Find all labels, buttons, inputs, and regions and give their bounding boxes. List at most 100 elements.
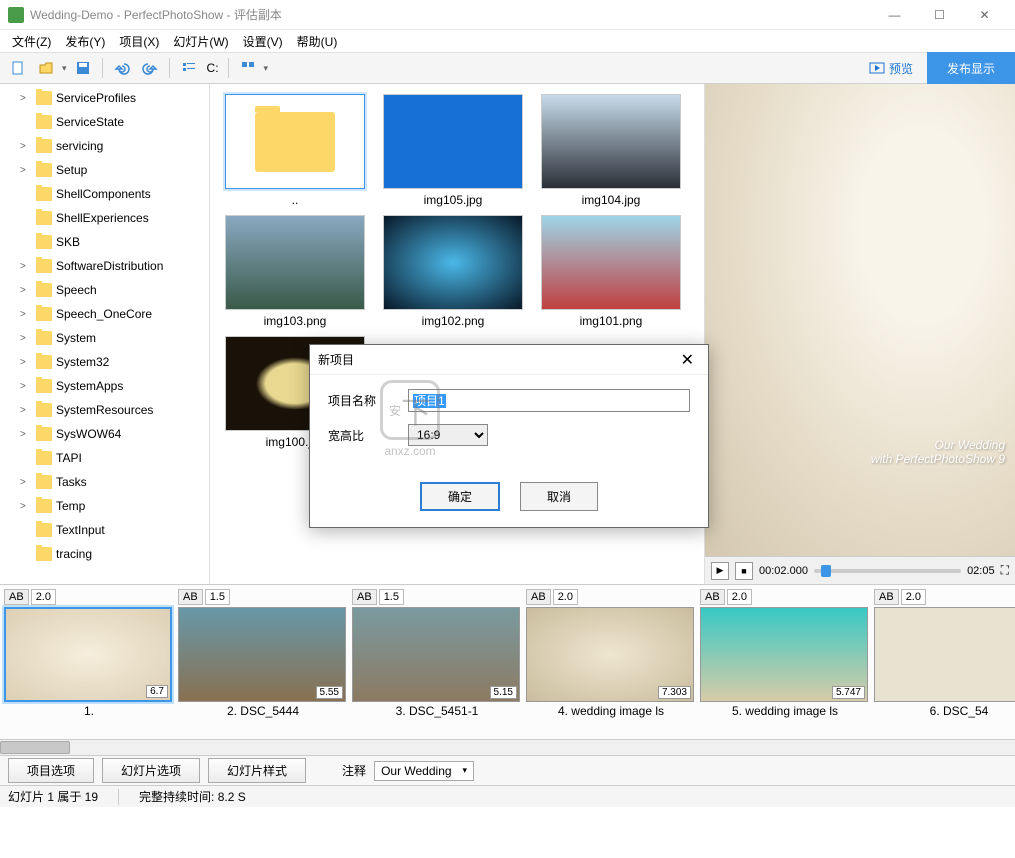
menu-settings[interactable]: 设置(V)	[237, 31, 289, 52]
slide-duration-badge: 5.747	[832, 686, 865, 699]
scrollbar-thumb[interactable]	[0, 741, 70, 754]
dialog-close-button[interactable]: ✕	[675, 350, 700, 370]
fullscreen-icon[interactable]: ⛶	[1001, 563, 1009, 578]
view-mode-button[interactable]	[236, 56, 260, 80]
project-name-input[interactable]: 项目1	[408, 389, 690, 412]
transition-duration[interactable]: 2.0	[901, 589, 926, 605]
file-thumb[interactable]: img104.jpg	[536, 94, 686, 207]
timeline-slide[interactable]: AB2.0 5.747 5. wedding image ls	[700, 589, 870, 718]
tree-item[interactable]: >servicing	[0, 134, 209, 158]
minimize-button[interactable]: —	[872, 1, 917, 29]
window-title: Wedding-Demo - PerfectPhotoShow - 评估副本	[30, 6, 872, 23]
file-thumb[interactable]: img102.png	[378, 215, 528, 328]
tree-item[interactable]: SKB	[0, 230, 209, 254]
new-button[interactable]	[6, 56, 30, 80]
timeline-slide[interactable]: AB2.0 7.303 4. wedding image ls	[526, 589, 696, 718]
tree-label: TAPI	[56, 451, 82, 465]
transition-duration[interactable]: 2.0	[727, 589, 752, 605]
tree-item[interactable]: >Setup	[0, 158, 209, 182]
seek-track[interactable]	[814, 569, 961, 573]
tree-item[interactable]: >SoftwareDistribution	[0, 254, 209, 278]
transition-badge[interactable]: AB	[874, 589, 899, 605]
aspect-ratio-select[interactable]: 16:9	[408, 424, 488, 446]
options-bar: 项目选项 幻灯片选项 幻灯片样式 注释 Our Wedding ▾	[0, 755, 1015, 785]
tree-item[interactable]: ShellExperiences	[0, 206, 209, 230]
transition-badge[interactable]: AB	[700, 589, 725, 605]
timeline[interactable]: AB2.0 6.7 1.AB1.5 5.55 2. DSC_5444AB1.5 …	[0, 584, 1015, 739]
folder-icon	[36, 379, 52, 393]
transition-duration[interactable]: 2.0	[553, 589, 578, 605]
tree-arrow-icon: >	[20, 93, 32, 104]
timeline-slide[interactable]: AB2.0 6.7 1.	[4, 589, 174, 718]
transition-badge[interactable]: AB	[526, 589, 551, 605]
file-thumb[interactable]: ..	[220, 94, 370, 207]
tree-item[interactable]: ShellComponents	[0, 182, 209, 206]
undo-button[interactable]	[110, 56, 134, 80]
file-thumb[interactable]: img105.jpg	[378, 94, 528, 207]
preview-button[interactable]: 预览	[859, 60, 923, 77]
publish-button[interactable]: 发布显示	[927, 52, 1015, 84]
transition-duration[interactable]: 1.5	[379, 589, 404, 605]
folder-icon	[36, 307, 52, 321]
slide-label: 6. DSC_54	[874, 704, 1015, 718]
transition-duration[interactable]: 1.5	[205, 589, 230, 605]
close-button[interactable]: ✕	[962, 1, 1007, 29]
transition-badge[interactable]: AB	[178, 589, 203, 605]
maximize-button[interactable]: ☐	[917, 1, 962, 29]
tree-item[interactable]: >System	[0, 326, 209, 350]
tree-item[interactable]: TextInput	[0, 518, 209, 542]
folder-icon	[36, 283, 52, 297]
timeline-scrollbar[interactable]	[0, 739, 1015, 755]
slide-duration-badge: 7.303	[658, 686, 691, 699]
thumb-image	[383, 94, 523, 189]
menu-project[interactable]: 项目(X)	[113, 31, 165, 52]
tree-item[interactable]: >Tasks	[0, 470, 209, 494]
slide-options-button[interactable]: 幻灯片选项	[102, 758, 200, 783]
folder-icon	[36, 523, 52, 537]
open-button[interactable]	[34, 56, 58, 80]
tree-item[interactable]: >SystemResources	[0, 398, 209, 422]
tree-item[interactable]: tracing	[0, 542, 209, 566]
project-options-button[interactable]: 项目选项	[8, 758, 94, 783]
open-dropdown-icon[interactable]: ▾	[62, 63, 67, 74]
menu-slide[interactable]: 幻灯片(W)	[167, 31, 234, 52]
transition-badge[interactable]: AB	[4, 589, 29, 605]
tree-arrow-icon	[20, 237, 32, 248]
tree-item[interactable]: TAPI	[0, 446, 209, 470]
tree-item[interactable]: >SysWOW64	[0, 422, 209, 446]
thumb-name: img101.png	[536, 314, 686, 328]
file-thumb[interactable]: img103.png	[220, 215, 370, 328]
tree-item[interactable]: >System32	[0, 350, 209, 374]
note-combo[interactable]: Our Wedding ▾	[374, 761, 474, 781]
drive-label[interactable]: C:	[205, 61, 221, 75]
folder-tree[interactable]: >ServiceProfiles ServiceState>servicing>…	[0, 84, 210, 584]
slide-style-button[interactable]: 幻灯片样式	[208, 758, 306, 783]
tree-item[interactable]: >Temp	[0, 494, 209, 518]
transition-badge[interactable]: AB	[352, 589, 377, 605]
menu-file[interactable]: 文件(Z)	[6, 31, 57, 52]
cancel-button[interactable]: 取消	[520, 482, 598, 511]
menu-help[interactable]: 帮助(U)	[291, 31, 344, 52]
timeline-slide[interactable]: AB1.5 5.15 3. DSC_5451-1	[352, 589, 522, 718]
seek-handle[interactable]	[821, 565, 831, 577]
tree-toggle-button[interactable]	[177, 56, 201, 80]
transition-duration[interactable]: 2.0	[31, 589, 56, 605]
ok-button[interactable]: 确定	[420, 482, 500, 511]
play-button[interactable]: ▶	[711, 562, 729, 580]
tree-item[interactable]: >SystemApps	[0, 374, 209, 398]
timeline-slide[interactable]: AB2.0 6. DSC_54	[874, 589, 1015, 718]
tree-item[interactable]: >ServiceProfiles	[0, 86, 209, 110]
tree-item[interactable]: ServiceState	[0, 110, 209, 134]
menu-publish[interactable]: 发布(Y)	[59, 31, 111, 52]
tree-label: SystemApps	[56, 379, 123, 393]
tree-item[interactable]: >Speech_OneCore	[0, 302, 209, 326]
save-button[interactable]	[71, 56, 95, 80]
redo-button[interactable]	[138, 56, 162, 80]
chevron-down-icon: ▾	[463, 765, 468, 776]
file-thumb[interactable]: img101.png	[536, 215, 686, 328]
stop-button[interactable]: ■	[735, 562, 753, 580]
tree-item[interactable]: >Speech	[0, 278, 209, 302]
slide-image	[874, 607, 1015, 702]
timeline-slide[interactable]: AB1.5 5.55 2. DSC_5444	[178, 589, 348, 718]
view-dropdown-icon[interactable]: ▾	[264, 63, 269, 74]
